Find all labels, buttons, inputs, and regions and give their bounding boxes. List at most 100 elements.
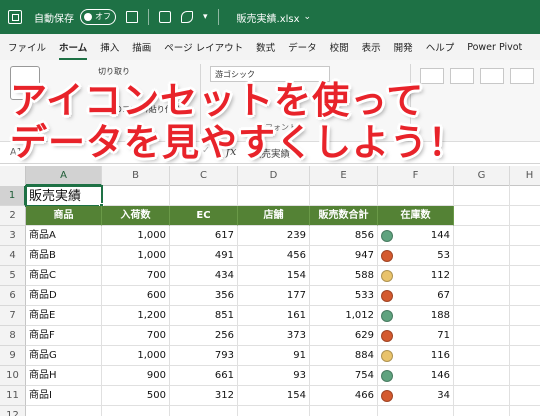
tab-2[interactable]: 挿入 — [100, 40, 119, 54]
select-all-corner[interactable] — [0, 166, 26, 186]
table-cell-total[interactable]: 466 — [310, 386, 378, 406]
table-cell-store[interactable]: 154 — [238, 266, 310, 286]
grid-cell[interactable] — [102, 186, 170, 206]
tab-10[interactable]: ヘルプ — [426, 40, 455, 54]
table-cell-name[interactable]: 商品F — [26, 326, 102, 346]
table-cell-total[interactable]: 588 — [310, 266, 378, 286]
table-cell-incoming[interactable]: 900 — [102, 366, 170, 386]
table-cell-incoming[interactable]: 700 — [102, 266, 170, 286]
table-cell-name[interactable]: 商品A — [26, 226, 102, 246]
table-cell-ec[interactable]: 617 — [170, 226, 238, 246]
tab-11[interactable]: Power Pivot — [467, 42, 522, 53]
tab-8[interactable]: 表示 — [362, 40, 381, 54]
grid-cell[interactable] — [454, 406, 510, 416]
table-header-cell[interactable]: 店舗 — [238, 206, 310, 226]
file-name[interactable]: 販売実績.xlsx — [237, 10, 300, 25]
table-cell-store[interactable]: 93 — [238, 366, 310, 386]
table-cell-incoming[interactable]: 500 — [102, 386, 170, 406]
grid-cell[interactable] — [454, 326, 510, 346]
tab-0[interactable]: ファイル — [8, 40, 46, 54]
grid-cell[interactable] — [510, 266, 540, 286]
table-cell-ec[interactable]: 356 — [170, 286, 238, 306]
table-cell-name[interactable]: 商品I — [26, 386, 102, 406]
table-cell-store[interactable]: 161 — [238, 306, 310, 326]
column-header-a[interactable]: A — [26, 166, 102, 186]
table-header-cell[interactable]: 入荷数 — [102, 206, 170, 226]
tab-4[interactable]: ページ レイアウト — [164, 40, 243, 54]
row-header-11[interactable]: 11 — [0, 386, 26, 406]
column-header-b[interactable]: B — [102, 166, 170, 186]
grid-cell[interactable] — [170, 186, 238, 206]
align-bottom-button[interactable] — [480, 68, 504, 84]
brush-icon[interactable] — [181, 11, 193, 23]
tab-6[interactable]: データ — [288, 40, 317, 54]
table-cell-ec[interactable]: 851 — [170, 306, 238, 326]
table-header-cell[interactable]: EC — [170, 206, 238, 226]
table-cell-name[interactable]: 商品C — [26, 266, 102, 286]
table-cell-total[interactable]: 629 — [310, 326, 378, 346]
table-cell-incoming[interactable]: 700 — [102, 326, 170, 346]
grid-cell[interactable] — [510, 246, 540, 266]
table-cell-store[interactable]: 239 — [238, 226, 310, 246]
row-header-4[interactable]: 4 — [0, 246, 26, 266]
grid-cell[interactable] — [454, 206, 510, 226]
grid-cell[interactable] — [102, 406, 170, 416]
align-middle-button[interactable] — [450, 68, 474, 84]
paste-button[interactable] — [10, 66, 40, 100]
grid-cell[interactable] — [170, 406, 238, 416]
table-cell-name[interactable]: 商品D — [26, 286, 102, 306]
row-header-9[interactable]: 9 — [0, 346, 26, 366]
table-cell-total[interactable]: 1,012 — [310, 306, 378, 326]
table-cell-store[interactable]: 456 — [238, 246, 310, 266]
tab-7[interactable]: 校閲 — [330, 40, 349, 54]
column-header-g[interactable]: G — [454, 166, 510, 186]
tab-9[interactable]: 開発 — [394, 40, 413, 54]
row-header-2[interactable]: 2 — [0, 206, 26, 226]
column-header-f[interactable]: F — [378, 166, 454, 186]
table-cell-ec[interactable]: 312 — [170, 386, 238, 406]
save-icon[interactable] — [126, 11, 138, 23]
grid-cell[interactable] — [454, 226, 510, 246]
tab-1[interactable]: ホーム — [59, 40, 88, 60]
table-cell-store[interactable]: 91 — [238, 346, 310, 366]
column-header-d[interactable]: D — [238, 166, 310, 186]
font-name-dropdown[interactable]: 游ゴシック — [210, 66, 330, 82]
grid-cell[interactable] — [510, 326, 540, 346]
autosave-toggle[interactable]: オフ — [80, 9, 116, 25]
table-cell-store[interactable]: 154 — [238, 386, 310, 406]
copy-button[interactable]: コピ — [98, 84, 114, 95]
orientation-button[interactable] — [510, 68, 534, 84]
grid-cell[interactable] — [310, 406, 378, 416]
table-cell-name[interactable]: 商品H — [26, 366, 102, 386]
table-cell-ec[interactable]: 256 — [170, 326, 238, 346]
table-cell-name[interactable]: 商品G — [26, 346, 102, 366]
table-cell-incoming[interactable]: 1,000 — [102, 246, 170, 266]
grid-cell[interactable] — [510, 186, 540, 206]
grid-cell[interactable] — [454, 266, 510, 286]
table-header-cell[interactable]: 販売数合計 — [310, 206, 378, 226]
tab-3[interactable]: 描画 — [132, 40, 151, 54]
row-header-5[interactable]: 5 — [0, 266, 26, 286]
row-header-8[interactable]: 8 — [0, 326, 26, 346]
cut-button[interactable]: 切り取り — [98, 66, 130, 77]
row-header-10[interactable]: 10 — [0, 366, 26, 386]
formula-input[interactable]: 販売実績 — [252, 146, 290, 160]
row-header-3[interactable]: 3 — [0, 226, 26, 246]
table-cell-ec[interactable]: 491 — [170, 246, 238, 266]
grid-cell[interactable] — [310, 186, 378, 206]
grid-cell[interactable] — [454, 346, 510, 366]
grid-cell[interactable] — [454, 306, 510, 326]
grid-cell[interactable] — [510, 306, 540, 326]
grid-cell[interactable] — [510, 366, 540, 386]
grid-cell[interactable] — [26, 406, 102, 416]
table-cell-store[interactable]: 373 — [238, 326, 310, 346]
grid-cell[interactable] — [378, 406, 454, 416]
table-cell-store[interactable]: 177 — [238, 286, 310, 306]
grid-cell[interactable] — [378, 186, 454, 206]
grid-cell[interactable] — [510, 346, 540, 366]
grid-cell[interactable] — [238, 406, 310, 416]
row-header-12[interactable]: 12 — [0, 406, 26, 416]
enter-icon[interactable]: ✓ — [202, 145, 210, 156]
align-top-button[interactable] — [420, 68, 444, 84]
format-painter-button[interactable]: 書式のコピー/貼り付け — [98, 104, 181, 115]
